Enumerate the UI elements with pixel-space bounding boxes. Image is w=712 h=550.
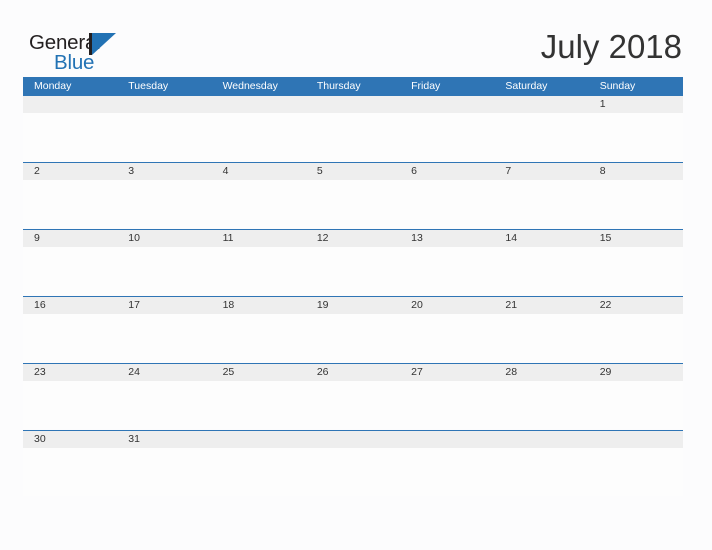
day-cell[interactable]: 10 bbox=[117, 230, 211, 247]
page-header: General Blue July 2018 bbox=[0, 0, 712, 76]
day-cell[interactable]: 13 bbox=[400, 230, 494, 247]
day-cell[interactable]: 14 bbox=[494, 230, 588, 247]
calendar-weekday-header: Monday Tuesday Wednesday Thursday Friday… bbox=[23, 77, 683, 96]
weekday-header-monday: Monday bbox=[34, 80, 72, 92]
day-cell[interactable] bbox=[400, 96, 494, 113]
calendar-week-row: 9 10 11 12 13 14 15 bbox=[23, 229, 683, 296]
page-title: July 2018 bbox=[540, 28, 682, 65]
weekday-header-friday: Friday bbox=[411, 80, 441, 92]
week-notes-area[interactable] bbox=[23, 381, 683, 429]
day-cell[interactable]: 3 bbox=[117, 163, 211, 180]
week-notes-area[interactable] bbox=[23, 448, 683, 496]
calendar-week-row: 16 17 18 19 20 21 22 bbox=[23, 296, 683, 363]
day-cell[interactable]: 18 bbox=[212, 297, 306, 314]
day-cell[interactable] bbox=[306, 96, 400, 113]
day-cell[interactable]: 19 bbox=[306, 297, 400, 314]
day-cell[interactable]: 4 bbox=[212, 163, 306, 180]
weekday-header-thursday: Thursday bbox=[316, 80, 361, 92]
day-cell[interactable] bbox=[212, 96, 306, 113]
day-cell[interactable] bbox=[589, 431, 683, 448]
day-cell[interactable]: 21 bbox=[494, 297, 588, 314]
calendar-week-row: 2 3 4 5 6 7 8 bbox=[23, 162, 683, 229]
day-cell[interactable] bbox=[212, 431, 306, 448]
day-cell[interactable] bbox=[494, 96, 588, 113]
week-date-band: 16 17 18 19 20 21 22 bbox=[23, 297, 683, 314]
day-cell[interactable]: 5 bbox=[306, 163, 400, 180]
week-date-band: 1 bbox=[23, 96, 683, 113]
day-cell[interactable]: 16 bbox=[23, 297, 117, 314]
day-cell[interactable]: 30 bbox=[23, 431, 117, 448]
day-cell[interactable] bbox=[23, 96, 117, 113]
day-cell[interactable]: 6 bbox=[400, 163, 494, 180]
day-cell[interactable]: 27 bbox=[400, 364, 494, 381]
day-cell[interactable]: 2 bbox=[23, 163, 117, 180]
week-date-band: 23 24 25 26 27 28 29 bbox=[23, 364, 683, 381]
day-cell[interactable]: 17 bbox=[117, 297, 211, 314]
day-cell[interactable] bbox=[494, 431, 588, 448]
general-blue-logo[interactable]: General Blue bbox=[29, 32, 159, 74]
week-date-band: 30 31 bbox=[23, 431, 683, 448]
day-cell[interactable]: 15 bbox=[589, 230, 683, 247]
logo-bottom-row: Blue bbox=[29, 51, 159, 74]
day-cell[interactable]: 29 bbox=[589, 364, 683, 381]
day-cell[interactable]: 22 bbox=[589, 297, 683, 314]
week-date-band: 2 3 4 5 6 7 8 bbox=[23, 163, 683, 180]
day-cell[interactable] bbox=[117, 96, 211, 113]
day-cell[interactable]: 7 bbox=[494, 163, 588, 180]
day-cell[interactable]: 23 bbox=[23, 364, 117, 381]
week-notes-area[interactable] bbox=[23, 247, 683, 295]
weekday-header-wednesday: Wednesday bbox=[222, 80, 278, 92]
calendar-page: General Blue July 2018 Monday Tuesday We… bbox=[0, 0, 712, 550]
day-cell[interactable]: 28 bbox=[494, 364, 588, 381]
day-cell[interactable] bbox=[306, 431, 400, 448]
calendar-week-row: 23 24 25 26 27 28 29 bbox=[23, 363, 683, 430]
day-cell[interactable]: 8 bbox=[589, 163, 683, 180]
day-cell[interactable]: 24 bbox=[117, 364, 211, 381]
day-cell[interactable]: 26 bbox=[306, 364, 400, 381]
day-cell[interactable]: 31 bbox=[117, 431, 211, 448]
day-cell[interactable]: 1 bbox=[589, 96, 683, 113]
day-cell[interactable]: 9 bbox=[23, 230, 117, 247]
day-cell[interactable]: 25 bbox=[212, 364, 306, 381]
weekday-header-sunday: Sunday bbox=[599, 80, 636, 92]
week-notes-area[interactable] bbox=[23, 314, 683, 362]
logo-mark-triangle bbox=[92, 33, 116, 55]
week-date-band: 9 10 11 12 13 14 15 bbox=[23, 230, 683, 247]
weekday-header-tuesday: Tuesday bbox=[128, 80, 169, 92]
day-cell[interactable]: 20 bbox=[400, 297, 494, 314]
calendar-week-row: 30 31 bbox=[23, 430, 683, 497]
day-cell[interactable]: 12 bbox=[306, 230, 400, 247]
logo-text-blue: Blue bbox=[54, 51, 95, 74]
day-cell[interactable]: 11 bbox=[212, 230, 306, 247]
week-notes-area[interactable] bbox=[23, 113, 683, 161]
weekday-header-saturday: Saturday bbox=[505, 80, 548, 92]
week-notes-area[interactable] bbox=[23, 180, 683, 228]
day-cell[interactable] bbox=[400, 431, 494, 448]
calendar-week-row: 1 bbox=[23, 96, 683, 162]
calendar-grid: Monday Tuesday Wednesday Thursday Friday… bbox=[23, 77, 683, 497]
